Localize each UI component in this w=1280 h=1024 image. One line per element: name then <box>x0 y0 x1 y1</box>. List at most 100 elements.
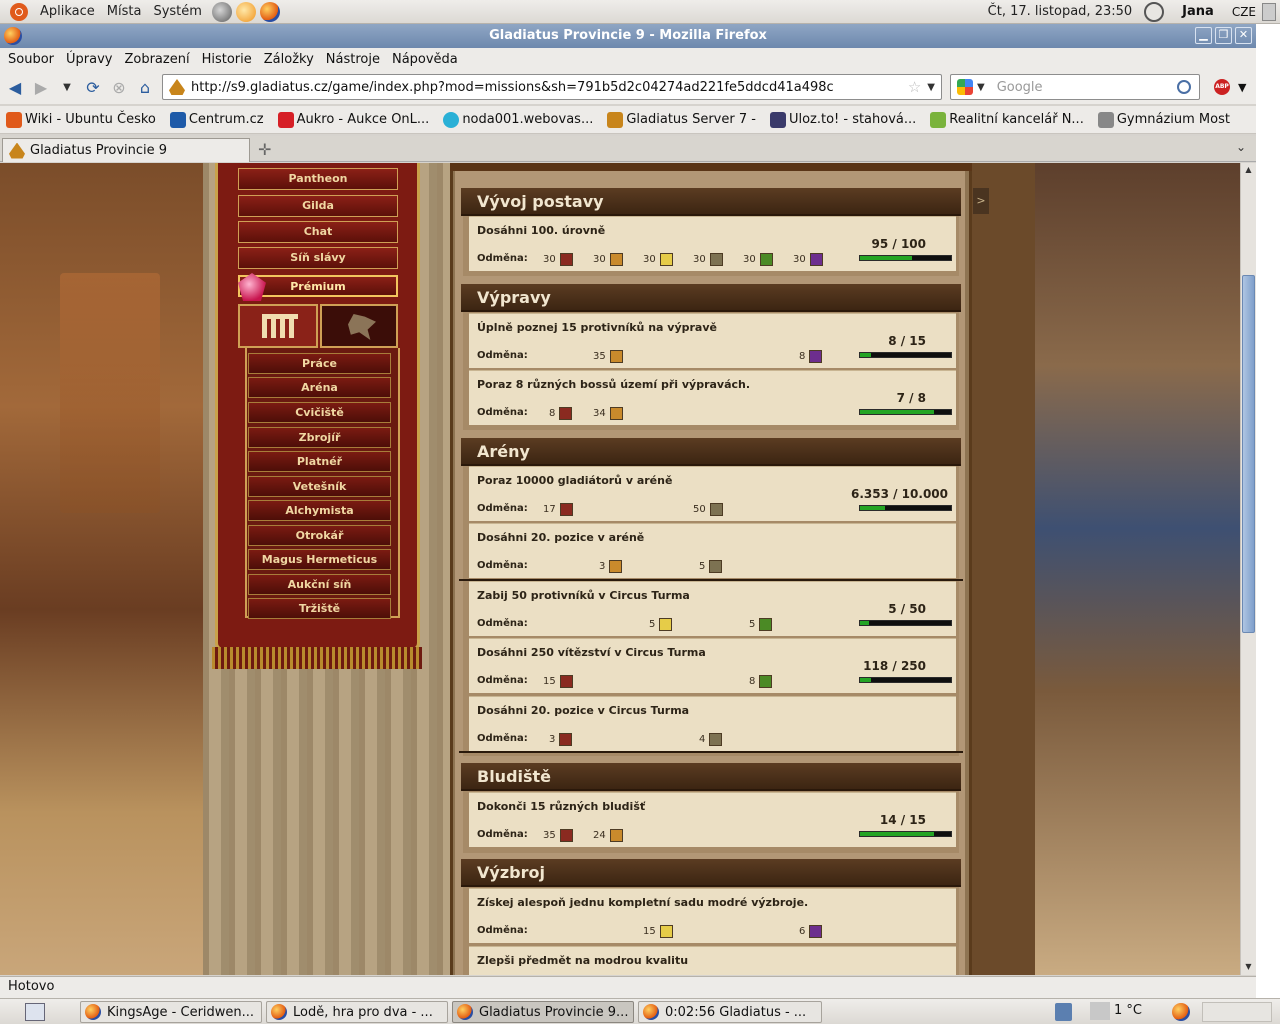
menu-help[interactable]: Nápověda <box>386 52 464 67</box>
bookmark-item[interactable]: Uloz.to! - stahová... <box>769 111 916 128</box>
taskbar-item[interactable]: Lodě, hra pro dva - ... <box>266 1001 448 1023</box>
url-dropdown-icon[interactable]: ▼ <box>927 82 935 93</box>
launcher-icon[interactable] <box>235 1 256 22</box>
clock[interactable]: Čt, 17. listopad, 23:50 <box>988 4 1133 19</box>
reward: 35 <box>543 829 573 842</box>
notes-icon[interactable] <box>1055 1003 1072 1021</box>
bookmark-item[interactable]: Gladiatus Server 7 - <box>607 111 756 128</box>
nav-general-goods[interactable]: Vetešník <box>248 476 391 497</box>
taskbar-item[interactable]: Gladiatus Provincie 9... <box>452 1001 634 1023</box>
bookmark-star-icon[interactable]: ☆ <box>908 78 921 96</box>
nav-armourer[interactable]: Platnéř <box>248 451 391 472</box>
menu-history[interactable]: Historie <box>196 52 258 67</box>
nav-training[interactable]: Cvičiště <box>248 402 391 423</box>
show-desktop-icon[interactable] <box>25 1003 45 1021</box>
history-dropdown-icon[interactable]: ▼ <box>56 76 78 98</box>
scroll-up-icon[interactable]: ▲ <box>1241 163 1256 177</box>
ubuntu-logo-icon[interactable] <box>10 2 28 21</box>
bottom-panel: KingsAge - Ceridwen... Lodě, hra pro dva… <box>0 998 1280 1024</box>
minimize-button[interactable]: ▁ <box>1195 27 1212 44</box>
forward-icon[interactable]: ▶ <box>30 76 52 98</box>
firefox-tray-icon[interactable] <box>1172 1003 1190 1021</box>
taskbar-item[interactable]: KingsAge - Ceridwen... <box>80 1001 262 1023</box>
search-engine-dropdown-icon[interactable]: ▼ <box>977 82 985 93</box>
temperature[interactable]: 1 °C <box>1114 1003 1142 1018</box>
nav-alchemist[interactable]: Alchymista <box>248 500 391 521</box>
menu-places[interactable]: Místa <box>101 4 148 19</box>
power-icon[interactable] <box>1144 1 1165 22</box>
progress-text: 7 / 8 <box>896 391 926 405</box>
taskbar-item[interactable]: 0:02:56 Gladiatus - ... <box>638 1001 822 1023</box>
adblock-icon[interactable]: ABP <box>1214 79 1230 95</box>
nav-pantheon[interactable]: Pantheon <box>238 168 398 190</box>
firefox-launcher-icon[interactable] <box>259 1 280 22</box>
progress-bar <box>859 831 952 837</box>
menu-bookmarks[interactable]: Záložky <box>258 52 320 67</box>
network-launcher-icon[interactable] <box>211 1 232 22</box>
reward-label: Odměna: <box>477 503 528 514</box>
progress-fill <box>860 678 871 682</box>
tab-city[interactable] <box>238 304 318 348</box>
tab-list-icon[interactable]: ⌄ <box>1236 140 1246 154</box>
home-icon[interactable]: ⌂ <box>134 76 156 98</box>
progress-fill <box>860 621 870 625</box>
bookmark-item[interactable]: Aukro - Aukce OnL... <box>277 111 429 128</box>
bookmark-item[interactable]: Realitní kancelář N... <box>930 111 1084 128</box>
search-bar[interactable]: ▼ Google <box>950 74 1200 100</box>
reload-icon[interactable]: ⟳ <box>82 76 104 98</box>
taskbar-label: Lodě, hra pro dva - ... <box>293 1004 433 1020</box>
nav-slave-trader[interactable]: Otrokář <box>248 525 391 546</box>
close-button[interactable]: ✕ <box>1235 27 1252 44</box>
expand-arrow-icon[interactable]: > <box>973 188 989 214</box>
menu-tools[interactable]: Nástroje <box>320 52 386 67</box>
nav-arena[interactable]: Aréna <box>248 377 391 398</box>
menu-applications[interactable]: Aplikace <box>34 4 101 19</box>
adblock-dropdown-icon[interactable]: ▼ <box>1238 81 1246 94</box>
nav-chat[interactable]: Chat <box>238 221 398 243</box>
bookmark-item[interactable]: Centrum.cz <box>169 111 264 128</box>
nav-premium[interactable]: Prémium <box>238 273 398 301</box>
reward-label: Odměna: <box>477 253 528 264</box>
google-icon[interactable] <box>957 79 973 95</box>
maximize-button[interactable]: ❐ <box>1215 27 1232 44</box>
url-text[interactable]: http://s9.gladiatus.cz/game/index.php?mo… <box>191 80 908 95</box>
nav-auction-house[interactable]: Aukční síň <box>248 574 391 595</box>
menu-edit[interactable]: Úpravy <box>60 52 118 67</box>
scroll-down-icon[interactable]: ▼ <box>1241 960 1256 974</box>
status-bar: Hotovo <box>0 976 1256 998</box>
trash-icon[interactable] <box>1202 1002 1272 1022</box>
vertical-scrollbar[interactable]: ▲ ▼ <box>1240 163 1256 975</box>
keyboard-layout[interactable]: CZE <box>1232 5 1256 19</box>
firefox-icon <box>457 1004 473 1020</box>
menu-file[interactable]: Soubor <box>2 52 60 67</box>
nav-weaponsmith[interactable]: Zbrojíř <box>248 427 391 448</box>
bookmark-item[interactable]: Wiki - Ubuntu Česko <box>6 111 156 128</box>
url-bar[interactable]: http://s9.gladiatus.cz/game/index.php?mo… <box>162 74 942 100</box>
nav-market[interactable]: Tržiště <box>248 598 391 619</box>
tab-country[interactable] <box>320 304 398 348</box>
firefox-icon[interactable] <box>4 27 22 45</box>
new-tab-icon[interactable]: ✛ <box>258 140 271 159</box>
nav-magus-hermeticus[interactable]: Magus Hermeticus <box>248 549 391 570</box>
search-input[interactable]: Google <box>997 80 1177 95</box>
mission-item: Dosáhni 20. pozice v aréně Odměna: 3 5 <box>469 523 956 578</box>
weather-icon[interactable] <box>1090 1002 1110 1020</box>
nav-guild[interactable]: Gilda <box>238 195 398 217</box>
menu-view[interactable]: Zobrazení <box>118 52 195 67</box>
window-titlebar: Gladiatus Provincie 9 - Mozilla Firefox … <box>0 24 1256 48</box>
menu-system[interactable]: Systém <box>147 4 207 19</box>
nav-hall-of-fame[interactable]: Síň slávy <box>238 247 398 269</box>
bookmark-item[interactable]: noda001.webovas... <box>443 111 593 128</box>
reward-icon <box>609 350 623 363</box>
bookmark-item[interactable]: Gymnázium Most <box>1097 111 1230 128</box>
progress-fill <box>860 506 885 510</box>
reward-label: Odměna: <box>477 407 528 418</box>
back-icon[interactable]: ◀ <box>4 76 26 98</box>
user-name[interactable]: Jana <box>1182 4 1214 19</box>
scroll-thumb[interactable] <box>1242 275 1255 633</box>
search-icon[interactable] <box>1177 80 1191 94</box>
tab-gladiatus[interactable]: Gladiatus Provincie 9 <box>2 138 250 162</box>
nav-work[interactable]: Práce <box>248 353 391 374</box>
flag-icon[interactable] <box>1262 2 1276 21</box>
stop-icon[interactable]: ⊗ <box>108 76 130 98</box>
